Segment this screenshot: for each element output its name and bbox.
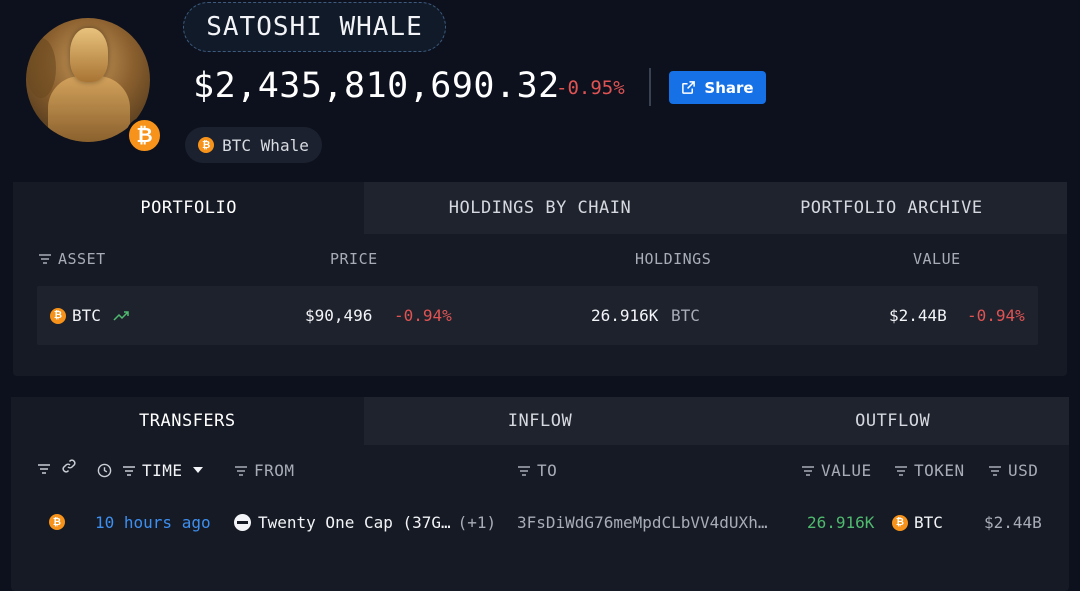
trend-up-icon (113, 310, 129, 321)
table-row[interactable]: ₿ 10 hours ago Twenty One Cap (37G… (+1)… (11, 505, 1069, 541)
filter-icon (39, 254, 51, 264)
from-extra-count[interactable]: (+1) (458, 513, 497, 532)
tab-transfers[interactable]: TRANSFERS (11, 397, 364, 445)
divider (649, 68, 651, 106)
table-row[interactable]: ₿ BTC $90,496 -0.94% 26.916K BTC $2.44B … (37, 286, 1038, 345)
column-price[interactable]: PRICE (330, 250, 378, 268)
transfer-usd: $2.44B (984, 513, 1042, 532)
filter-icon (235, 465, 247, 476)
from-label: Twenty One Cap (37G… (258, 513, 451, 532)
share-button[interactable]: Share (669, 71, 766, 104)
filter-icon (518, 465, 530, 476)
entity-tag[interactable]: ₿ BTC Whale (185, 127, 322, 163)
bitcoin-icon: ₿ (49, 514, 65, 530)
total-balance: $2,435,810,690.32 (193, 66, 560, 106)
column-token[interactable]: TOKEN (894, 461, 965, 480)
transfer-time-link[interactable]: 10 hours ago (95, 513, 211, 532)
to-address[interactable]: 3FsDiWdG76meMpdCLbVV4dUXh… (517, 513, 767, 532)
value-amount: $2.44B (889, 306, 947, 325)
column-asset[interactable]: ASSET (38, 250, 106, 268)
transfers-panel: TRANSFERS INFLOW OUTFLOW TIME FROM TO VA… (11, 397, 1070, 591)
clock-icon (97, 463, 112, 478)
filter-icon (123, 465, 135, 476)
holdings-amount: 26.916K (591, 306, 659, 325)
external-link-icon (682, 81, 696, 94)
column-usd[interactable]: USD (988, 461, 1038, 480)
column-holdings[interactable]: HOLDINGS (635, 250, 711, 268)
filter-icon (802, 465, 814, 476)
column-asset-label: ASSET (58, 250, 106, 268)
bitcoin-icon: ₿ (892, 514, 908, 531)
column-value-label: VALUE (821, 461, 872, 480)
portfolio-tabs: PORTFOLIO HOLDINGS BY CHAIN PORTFOLIO AR… (13, 182, 1067, 234)
filter-icon[interactable] (37, 463, 51, 475)
column-time[interactable]: TIME (97, 461, 203, 480)
transfers-tabs: TRANSFERS INFLOW OUTFLOW (11, 397, 1070, 445)
entity-name: SATOSHI WHALE (183, 2, 446, 52)
asset-symbol: BTC (72, 306, 101, 325)
balance-change: -0.95% (556, 77, 625, 99)
caret-down-icon (192, 466, 203, 473)
column-to[interactable]: TO (517, 461, 557, 480)
column-token-label: TOKEN (914, 461, 965, 480)
tab-inflow[interactable]: INFLOW (363, 397, 717, 445)
column-usd-label: USD (1008, 461, 1039, 480)
filter-icon (895, 465, 907, 476)
chain-cell: ₿ (49, 514, 65, 530)
value-change: -0.94% (967, 306, 1025, 325)
holdings-unit: BTC (671, 306, 700, 325)
column-from-label: FROM (254, 461, 295, 480)
bitcoin-icon: ₿ (50, 307, 66, 324)
transfer-value: 26.916K (807, 513, 875, 532)
column-value[interactable]: VALUE (801, 461, 872, 480)
asset-cell[interactable]: ₿ BTC (50, 306, 129, 325)
token-cell[interactable]: ₿ BTC (892, 513, 943, 532)
filter-icon (989, 465, 1001, 476)
link-icon[interactable] (61, 458, 77, 474)
tab-holdings-by-chain[interactable]: HOLDINGS BY CHAIN (364, 182, 716, 234)
share-label: Share (704, 78, 754, 97)
tab-portfolio-archive[interactable]: PORTFOLIO ARCHIVE (715, 182, 1067, 234)
from-address[interactable]: Twenty One Cap (37G… (+1) (234, 513, 496, 532)
column-from[interactable]: FROM (234, 461, 295, 480)
tab-portfolio[interactable]: PORTFOLIO (13, 182, 365, 234)
token-symbol: BTC (914, 513, 943, 532)
portfolio-panel: PORTFOLIO HOLDINGS BY CHAIN PORTFOLIO AR… (13, 182, 1067, 376)
bitcoin-icon: ₿ (126, 117, 163, 154)
tab-outflow[interactable]: OUTFLOW (716, 397, 1070, 445)
price-change: -0.94% (394, 306, 452, 325)
column-to-label: TO (537, 461, 558, 480)
tag-label: BTC Whale (222, 135, 309, 155)
bitcoin-icon: ₿ (198, 137, 215, 153)
column-value[interactable]: VALUE (913, 250, 961, 268)
column-time-label: TIME (142, 461, 183, 480)
price-value: $90,496 (305, 306, 373, 325)
entity-icon (234, 514, 251, 531)
